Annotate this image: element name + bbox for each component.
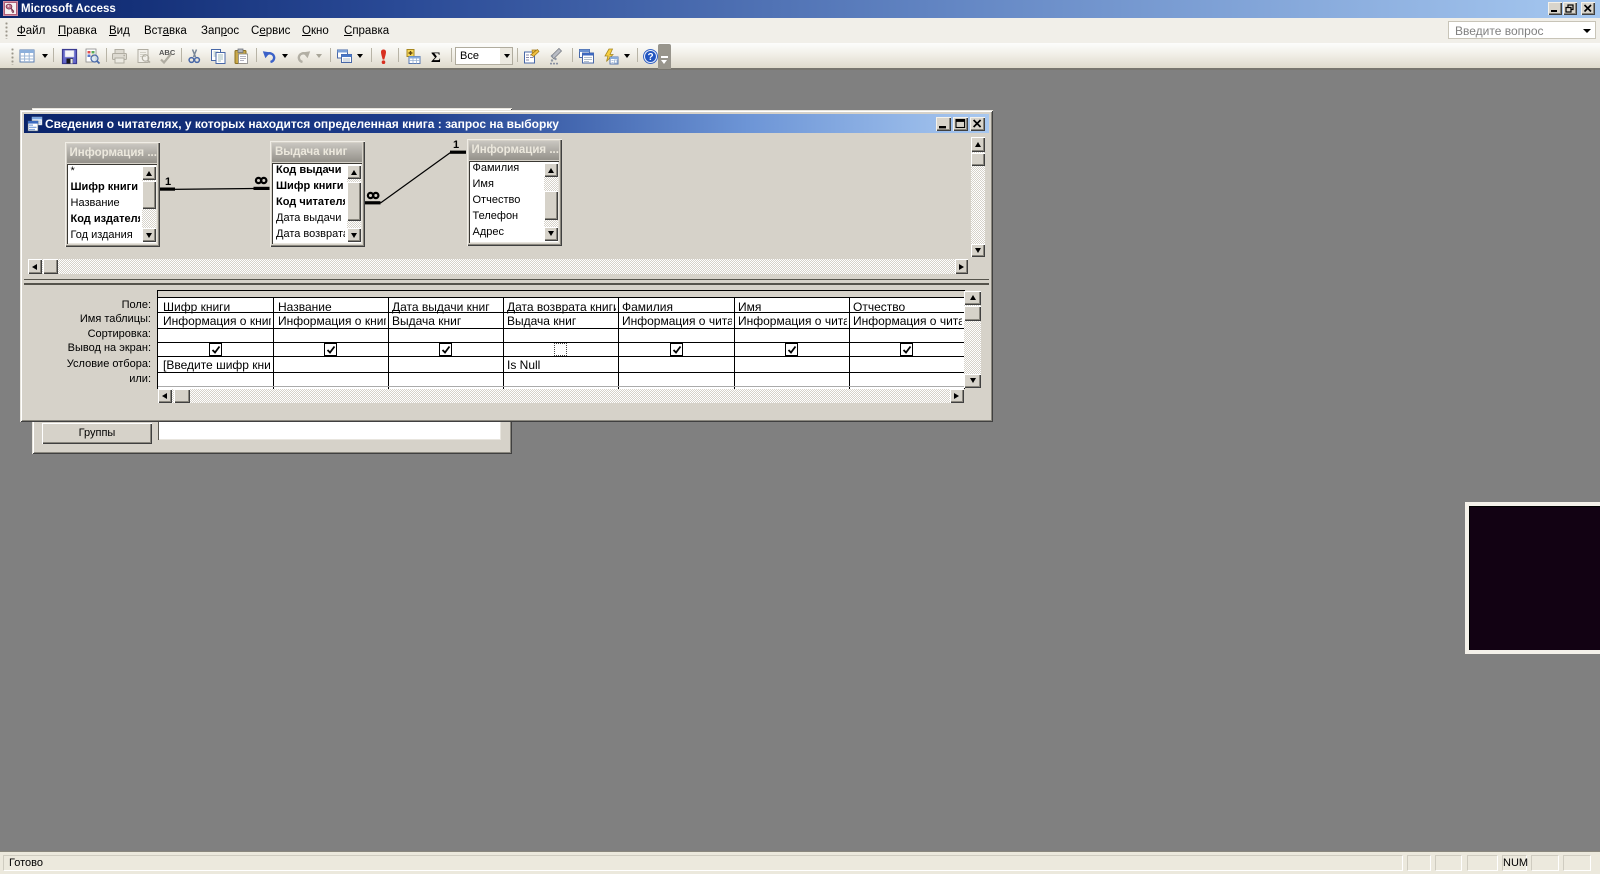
svg-text:ABC: ABC	[159, 48, 175, 57]
svg-text:Σ: Σ	[431, 50, 441, 65]
svg-text:?: ?	[647, 52, 653, 63]
